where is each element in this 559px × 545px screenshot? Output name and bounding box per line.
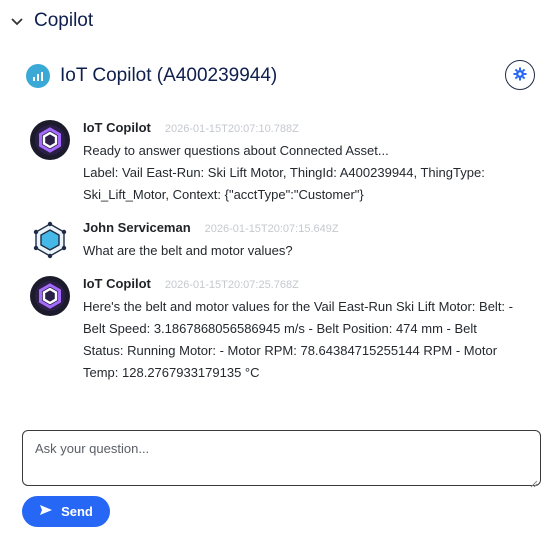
question-input[interactable] [23,431,540,485]
chat-message: John Serviceman 2026-01-15T20:07:15.649Z… [30,220,540,262]
message-line: Label: Vail East-Run: Ski Lift Motor, Th… [83,165,485,180]
message-timestamp: 2026-01-15T20:07:25.768Z [164,279,299,291]
gear-icon [513,67,527,84]
section-title: Copilot [34,10,94,31]
send-button-label: Send [61,504,93,519]
copilot-avatar-icon [30,276,70,316]
message-list: IoT Copilot 2026-01-15T20:07:10.788Z Rea… [30,120,540,398]
question-input-container [22,430,541,488]
message-line: What are the belt and motor values? [83,243,293,258]
message-line: Status: Running Motor: - Motor RPM: 78.6… [83,343,498,358]
chat-message: IoT Copilot 2026-01-15T20:07:10.788Z Rea… [30,120,540,206]
copilot-panel-header: IoT Copilot (A400239944) [26,60,535,92]
chat-message: IoT Copilot 2026-01-15T20:07:25.768Z Her… [30,276,540,384]
message-text: Here's the belt and motor values for the… [83,296,538,384]
settings-button[interactable] [505,60,535,90]
user-avatar-icon [30,220,70,260]
message-timestamp: 2026-01-15T20:07:15.649Z [204,223,339,235]
panel-title: IoT Copilot (A400239944) [60,65,278,86]
message-line: Ready to answer questions about Connecte… [83,143,389,158]
send-icon [39,504,53,519]
message-text: Ready to answer questions about Connecte… [83,140,538,206]
message-text: What are the belt and motor values? [83,240,538,262]
send-button[interactable]: Send [22,496,110,527]
copilot-avatar-icon [30,120,70,160]
message-timestamp: 2026-01-15T20:07:10.788Z [164,123,299,135]
message-author: IoT Copilot [83,276,151,291]
message-author: John Serviceman [83,220,191,235]
resize-handle-icon[interactable] [530,475,538,488]
message-author: IoT Copilot [83,120,151,135]
bar-chart-icon [26,64,50,88]
message-line: Ski_Lift_Motor, Context: {"acctType":"Cu… [83,187,364,202]
chevron-down-icon [10,14,24,28]
message-line: Belt Speed: 3.1867868056586945 m/s - Bel… [83,321,477,336]
copilot-section-toggle[interactable]: Copilot [10,10,93,32]
message-line: Here's the belt and motor values for the… [83,299,513,314]
message-line: Temp: 128.2767933179135 °C [83,365,260,380]
